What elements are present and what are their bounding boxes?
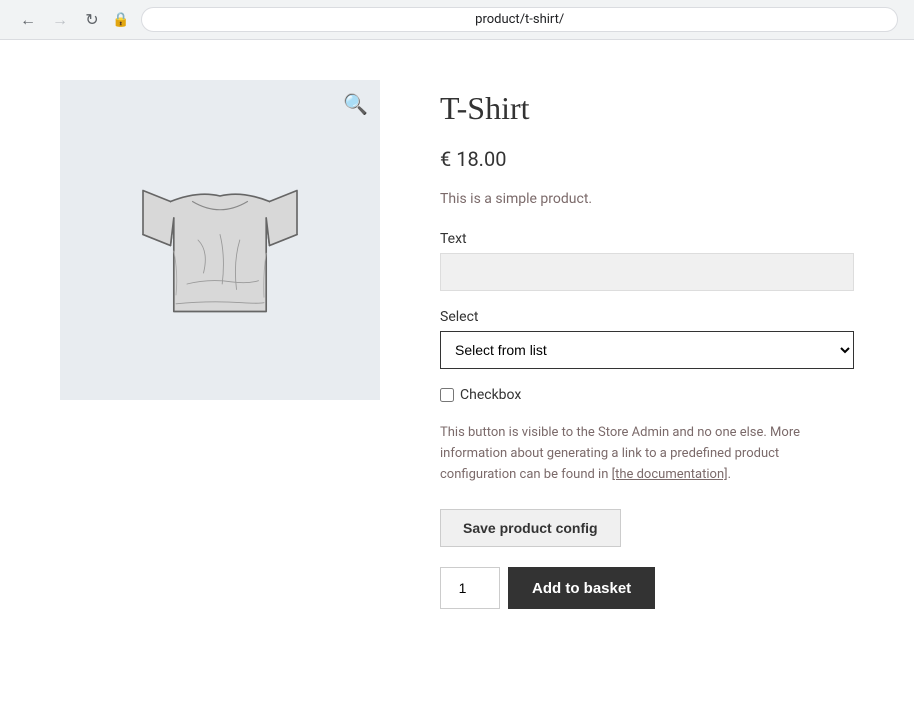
checkbox-group: Checkbox (440, 387, 854, 403)
checkbox-input[interactable] (440, 388, 454, 402)
refresh-button[interactable]: ↻ (80, 8, 104, 32)
product-image-container: 🔍 (60, 80, 380, 400)
select-label: Select (440, 309, 854, 325)
product-price: € 18.00 (440, 147, 854, 171)
add-to-basket-button[interactable]: Add to basket (508, 567, 655, 609)
checkbox-label[interactable]: Checkbox (460, 387, 521, 403)
quantity-input[interactable] (440, 567, 500, 609)
page-content: 🔍 (0, 40, 914, 649)
lock-icon: 🔒 (112, 12, 129, 28)
text-input[interactable] (440, 253, 854, 291)
back-button[interactable]: ← (16, 8, 40, 32)
text-form-group: Text (440, 231, 854, 291)
browser-chrome: ← → ↻ 🔒 product/t-shirt/ (0, 0, 914, 40)
save-config-button[interactable]: Save product config (440, 509, 621, 547)
admin-notice: This button is visible to the Store Admi… (440, 423, 854, 485)
zoom-icon[interactable]: 🔍 (343, 92, 368, 116)
select-form-group: Select Select from list (440, 309, 854, 369)
browser-nav: ← → ↻ 🔒 (16, 8, 129, 32)
product-title: T-Shirt (440, 90, 854, 127)
product-layout: 🔍 (60, 80, 854, 609)
product-description: This is a simple product. (440, 191, 854, 207)
text-label: Text (440, 231, 854, 247)
forward-button[interactable]: → (48, 8, 72, 32)
address-bar[interactable]: product/t-shirt/ (141, 7, 898, 32)
product-details: T-Shirt € 18.00 This is a simple product… (440, 80, 854, 609)
add-to-basket-row: Add to basket (440, 567, 854, 609)
admin-notice-text-after: . (728, 467, 731, 482)
admin-notice-link[interactable]: [the documentation] (612, 467, 728, 482)
select-dropdown[interactable]: Select from list (440, 331, 854, 369)
product-image (110, 130, 330, 350)
